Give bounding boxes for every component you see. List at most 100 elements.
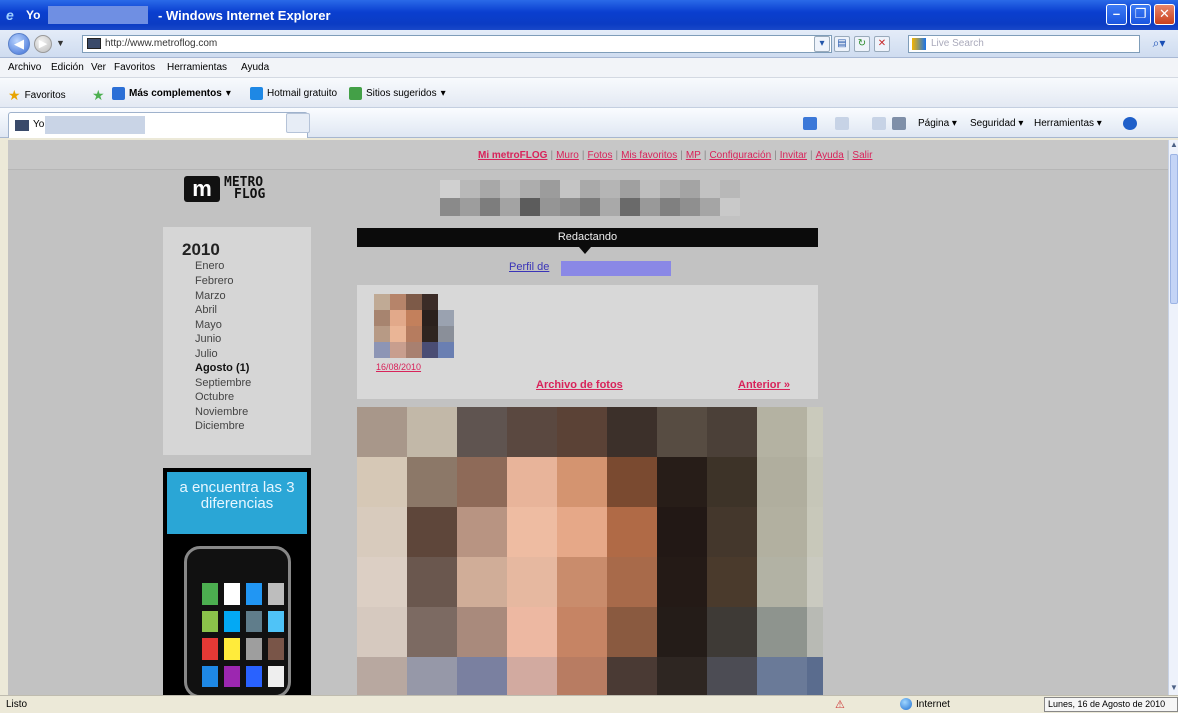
ad-banner[interactable]: a encuentra las 3 diferencias bbox=[163, 468, 311, 695]
photo-pixel bbox=[807, 407, 823, 457]
hotmail-icon bbox=[250, 87, 263, 100]
stop-icon[interactable]: ✕ bbox=[874, 36, 890, 52]
nav-configuracion[interactable]: Configuración bbox=[709, 150, 771, 161]
photo-pixel bbox=[357, 457, 407, 507]
suggested-sites-icon bbox=[349, 87, 362, 100]
month-agosto[interactable]: Agosto (1) bbox=[195, 362, 249, 374]
address-bar-row: ◀ ▶ ▼ http://www.metroflog.com ▾ ▤ ↻ ✕ L… bbox=[0, 30, 1178, 58]
nav-fotos[interactable]: Fotos bbox=[587, 150, 612, 161]
thumb-pixel bbox=[438, 310, 454, 326]
thumb-pixel bbox=[438, 294, 454, 310]
nav-salir[interactable]: Salir bbox=[852, 150, 872, 161]
photo-pixel bbox=[707, 507, 757, 557]
month-octubre: Octubre bbox=[195, 391, 235, 403]
fav-sitios-sugeridos[interactable]: Sitios sugeridos ▾ bbox=[349, 87, 446, 100]
fav-hotmail[interactable]: Hotmail gratuito bbox=[250, 87, 337, 100]
redacted-pixel bbox=[700, 198, 720, 216]
phone-image bbox=[184, 546, 291, 695]
photo-thumbnail[interactable] bbox=[374, 294, 454, 358]
maximize-button[interactable]: ❐ bbox=[1130, 4, 1151, 25]
thumbnail-date[interactable]: 16/08/2010 bbox=[376, 362, 421, 372]
menu-edicion[interactable]: Edición bbox=[51, 62, 84, 73]
redacted-pixel bbox=[660, 180, 680, 198]
thumb-pixel bbox=[406, 342, 422, 358]
app-icon bbox=[202, 583, 218, 605]
photo-pixel bbox=[557, 557, 607, 607]
redacted-pixel bbox=[640, 180, 660, 198]
scroll-thumb[interactable] bbox=[1170, 154, 1178, 304]
nav-mi-metroflog[interactable]: Mi metroFLOG bbox=[478, 150, 547, 161]
search-input[interactable]: Live Search bbox=[908, 35, 1140, 53]
photo-pixel bbox=[357, 607, 407, 657]
menu-herramientas[interactable]: Herramientas bbox=[167, 62, 227, 73]
app-icon bbox=[268, 583, 284, 605]
close-button[interactable]: ✕ bbox=[1154, 4, 1175, 25]
menu-pagina[interactable]: Página ▾ bbox=[918, 118, 957, 129]
add-favorite-button[interactable]: ★ bbox=[92, 87, 105, 104]
menu-herramientas-cmd[interactable]: Herramientas ▾ bbox=[1034, 118, 1102, 129]
fav-mas-complementos[interactable]: Más complementos ▾ bbox=[112, 87, 231, 100]
scroll-down-icon[interactable]: ▼ bbox=[1169, 683, 1178, 695]
address-input[interactable]: http://www.metroflog.com bbox=[82, 35, 832, 53]
compatibility-icon[interactable]: ▤ bbox=[834, 36, 850, 52]
minimize-button[interactable]: – bbox=[1106, 4, 1127, 25]
help-icon[interactable] bbox=[1123, 117, 1137, 130]
print-icon[interactable] bbox=[892, 117, 906, 130]
address-url: http://www.metroflog.com bbox=[105, 38, 218, 49]
zone-label: Internet bbox=[916, 698, 950, 710]
profile-link[interactable]: Perfil de bbox=[509, 261, 549, 273]
feeds-icon[interactable] bbox=[835, 117, 849, 130]
nav-muro[interactable]: Muro bbox=[556, 150, 579, 161]
menu-ayuda[interactable]: Ayuda bbox=[241, 62, 269, 73]
back-button[interactable]: ◀ bbox=[8, 33, 30, 55]
seguridad-label: Seguridad bbox=[970, 118, 1016, 129]
archive-link[interactable]: Archivo de fotos bbox=[536, 379, 623, 391]
app-icon bbox=[202, 665, 218, 687]
forward-button[interactable]: ▶ bbox=[34, 35, 52, 53]
thumb-pixel bbox=[374, 342, 390, 358]
photo-pixel bbox=[357, 557, 407, 607]
nav-ayuda[interactable]: Ayuda bbox=[816, 150, 844, 161]
menu-archivo[interactable]: Archivo bbox=[8, 62, 41, 73]
vertical-scrollbar[interactable]: ▲ ▼ bbox=[1168, 140, 1178, 695]
dropdown-icon[interactable]: ▾ bbox=[814, 36, 830, 52]
thumb-pixel bbox=[406, 310, 422, 326]
nav-mis-favoritos[interactable]: Mis favoritos bbox=[621, 150, 677, 161]
tab-current[interactable]: Yo - bbox=[8, 112, 308, 138]
photo-pixel bbox=[357, 407, 407, 457]
month-julio: Julio bbox=[195, 348, 218, 360]
thumb-pixel bbox=[406, 326, 422, 342]
thumb-pixel bbox=[390, 342, 406, 358]
app-icon bbox=[224, 583, 240, 605]
metroflog-logo[interactable]: m METRO FLOG bbox=[184, 176, 265, 202]
security-zone[interactable]: Internet bbox=[900, 698, 950, 710]
app-icon bbox=[246, 665, 262, 687]
redacted-pixel bbox=[500, 198, 520, 216]
refresh-icon[interactable]: ↻ bbox=[854, 36, 870, 52]
menu-seguridad[interactable]: Seguridad ▾ bbox=[970, 118, 1023, 129]
photo-pixel bbox=[507, 607, 557, 657]
phone-screen bbox=[194, 575, 284, 695]
redacted-pixel bbox=[460, 198, 480, 216]
menu-ver[interactable]: Ver bbox=[91, 62, 106, 73]
nav-mp[interactable]: MP bbox=[686, 150, 701, 161]
redacted-pixel bbox=[480, 180, 500, 198]
scroll-up-icon[interactable]: ▲ bbox=[1169, 140, 1178, 152]
search-button[interactable]: ⌕▾ bbox=[1146, 35, 1172, 53]
history-dropdown-icon[interactable]: ▼ bbox=[56, 38, 65, 48]
logo-text: METRO FLOG bbox=[224, 176, 265, 201]
redacted-pixel bbox=[580, 198, 600, 216]
previous-link[interactable]: Anterior » bbox=[738, 379, 790, 391]
read-mail-icon[interactable] bbox=[872, 117, 886, 130]
popup-blocked-icon[interactable]: ⚠ bbox=[835, 698, 845, 711]
nav-invitar[interactable]: Invitar bbox=[780, 150, 807, 161]
app-icon bbox=[268, 665, 284, 687]
thumb-pixel bbox=[390, 326, 406, 342]
favorites-button[interactable]: ★ Favoritos bbox=[8, 87, 66, 104]
photo-pixel bbox=[407, 657, 457, 695]
home-icon[interactable] bbox=[803, 117, 817, 130]
new-tab-button[interactable] bbox=[286, 113, 310, 133]
menu-favoritos[interactable]: Favoritos bbox=[114, 62, 155, 73]
photo-pixel bbox=[657, 507, 707, 557]
thumb-pixel bbox=[374, 294, 390, 310]
